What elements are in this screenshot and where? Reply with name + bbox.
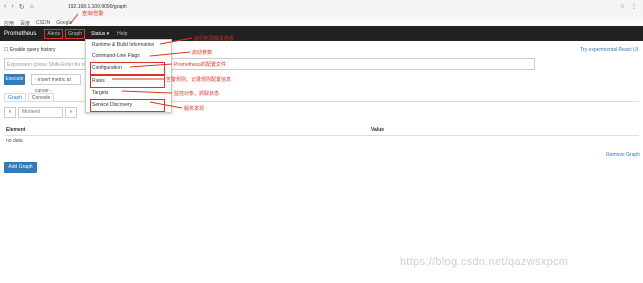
annotation-config: Prometheus的配置文件 (174, 62, 226, 68)
annotation-targets: 监控对象，抓取状态 (174, 91, 220, 97)
annotation-query-alert: 查询/告警 (82, 11, 104, 17)
arrow-config (129, 63, 173, 68)
arrow-runtime (159, 37, 193, 45)
annotation-service-discovery: 服务发现 (184, 106, 205, 112)
annotation-rules: 告警规则、记录规则配置信息 (166, 77, 232, 83)
arrow-flags (149, 51, 191, 57)
arrow-service-discovery (149, 101, 183, 109)
annotation-arrows (69, 13, 193, 109)
csdn-watermark: https://blog.csdn.net/qazwsxpcm (400, 256, 569, 268)
annotation-flags: 启动参数 (192, 50, 213, 56)
annotation-runtime: 运行时及版本信息 (194, 36, 235, 42)
arrow-targets (121, 90, 173, 94)
arrow-alerts-graph (69, 13, 79, 25)
